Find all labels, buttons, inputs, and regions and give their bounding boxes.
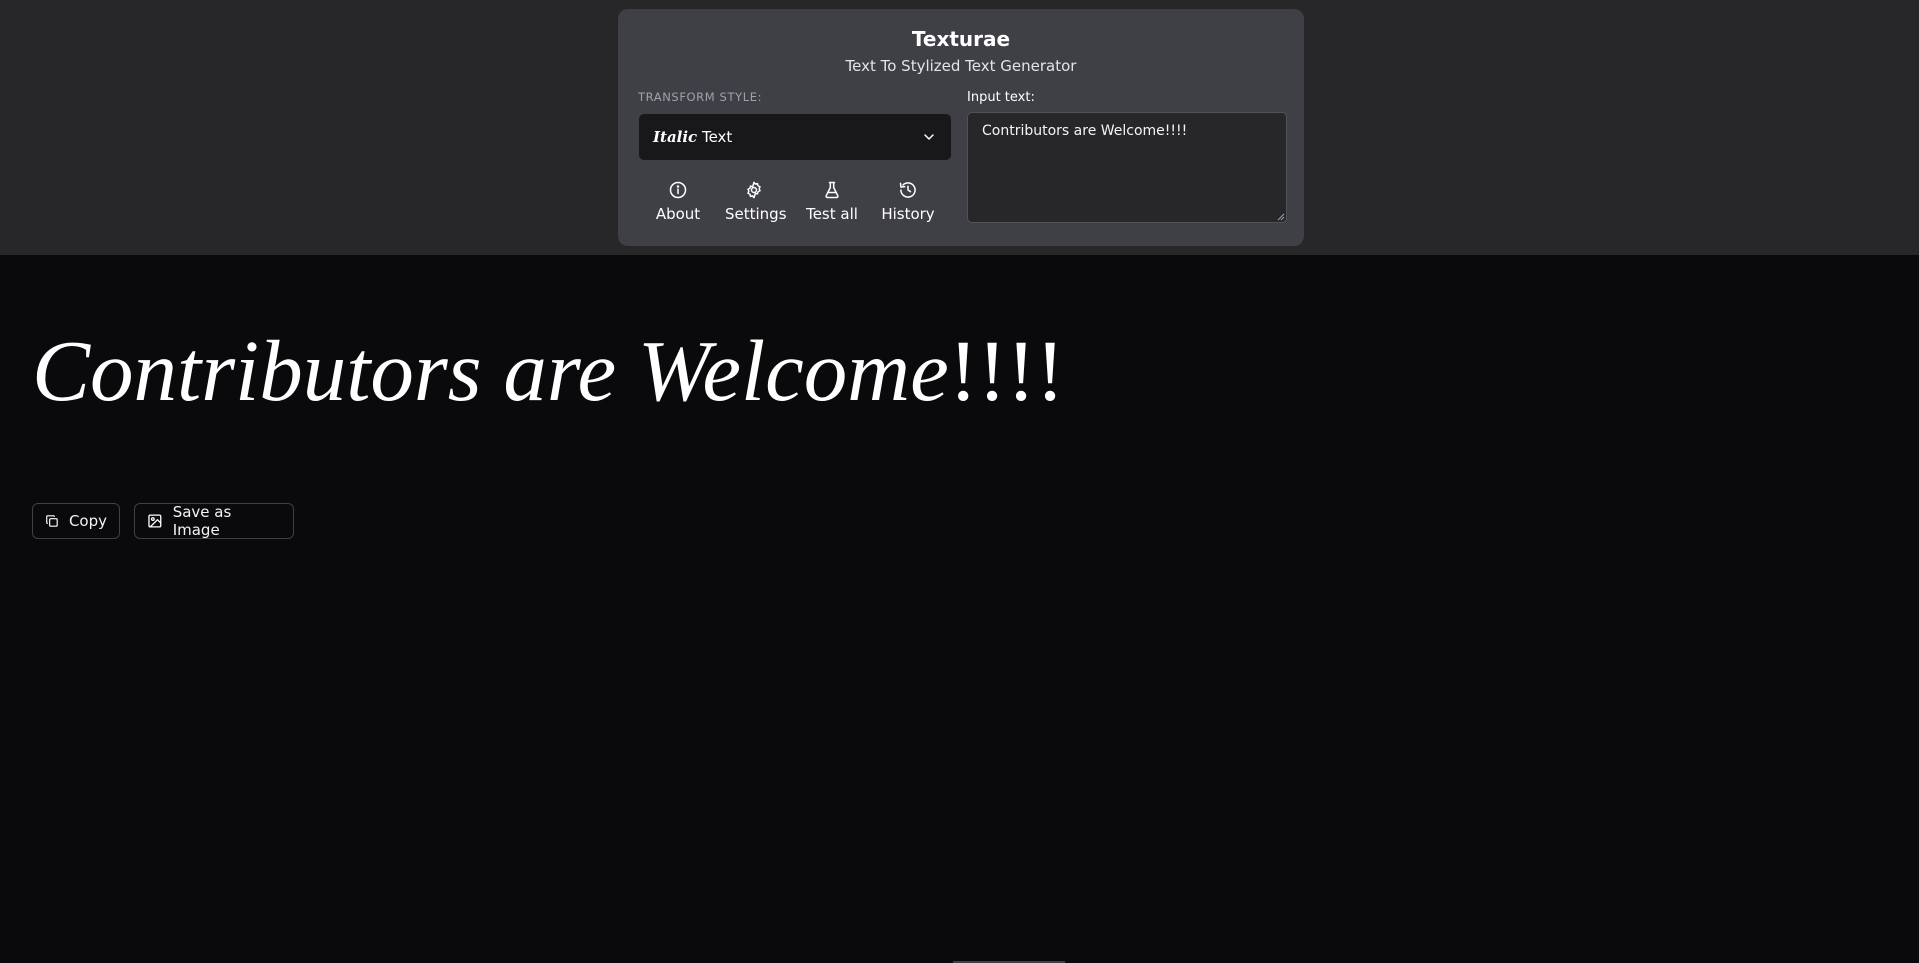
stylized-output: Contributors are Welcome!!!! (32, 320, 1065, 421)
input-text-label: Input text: (967, 90, 1035, 105)
history-label: History (881, 205, 935, 223)
save-as-image-button[interactable]: Save as Image (134, 503, 294, 539)
copy-label: Copy (68, 512, 107, 530)
about-label: About (655, 205, 701, 223)
image-icon (148, 514, 162, 528)
history-button[interactable]: History (881, 180, 935, 223)
selected-style-prefix: Italic (653, 128, 698, 146)
test-all-label: Test all (806, 205, 858, 223)
app-subtitle: Text To Stylized Text Generator (845, 57, 1077, 75)
copy-icon (46, 515, 58, 527)
save-image-label: Save as Image (172, 503, 232, 539)
chevron-down-icon (924, 134, 934, 140)
output-plain-text: !!!! (948, 322, 1065, 419)
resize-handle-icon[interactable] (1277, 213, 1285, 221)
info-icon (669, 181, 687, 199)
test-all-button[interactable]: Test all (806, 180, 858, 223)
copy-button[interactable]: Copy (32, 503, 120, 539)
app-title: Texturae (911, 27, 1011, 51)
history-icon (899, 182, 916, 198)
selected-style-suffix: Text (697, 128, 733, 146)
settings-label: Settings (725, 205, 787, 223)
input-text-field[interactable]: Contributors are Welcome!!!! (967, 112, 1287, 223)
about-button[interactable]: About (655, 180, 701, 223)
output-styled-text: Contributors are Welcome (32, 322, 949, 419)
flask-icon (825, 181, 839, 199)
action-bar: About Settings Test all History (639, 180, 951, 240)
settings-button[interactable]: Settings (725, 180, 787, 223)
generator-panel: Texturae Text To Stylized Text Generator… (618, 9, 1304, 246)
selected-style: Italic Text (653, 128, 732, 146)
transform-style-label: TRANSFORM STYLE: (638, 90, 763, 104)
transform-style-select[interactable]: Italic Text (639, 114, 951, 160)
gear-icon (747, 181, 761, 199)
